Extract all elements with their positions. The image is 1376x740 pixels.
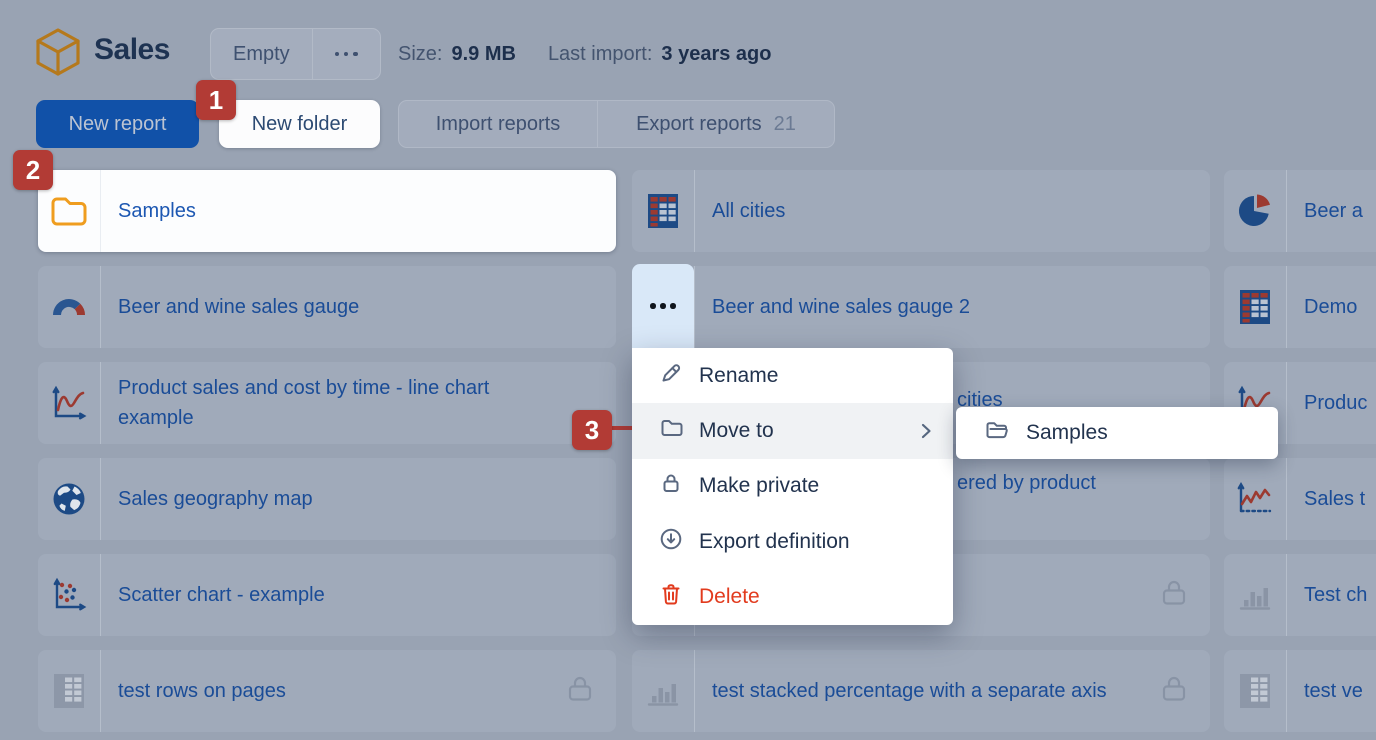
menu-item-label: Move to [699,419,774,443]
card-label: Test ch [1287,580,1367,610]
pencil-icon [659,361,683,391]
card-label: Beer a [1287,196,1363,226]
annotation-badge-3: 3 [572,410,612,450]
globe-icon [38,458,101,540]
download-icon [659,527,683,557]
chevron-right-icon [917,420,935,442]
page-title: Sales [94,33,170,67]
import-reports-button[interactable]: Import reports [399,101,597,147]
report-card-test-ch[interactable]: Test ch [1224,554,1376,636]
card-label: test ve [1287,676,1363,706]
menu-item-label: Rename [699,364,778,388]
annotation-badge-1: 1 [196,80,236,120]
menu-item-make-private[interactable]: Make private [632,459,953,514]
menu-item-delete[interactable]: Delete [632,570,953,625]
table-icon [1224,266,1287,348]
table-icon [38,650,101,732]
card-label: Scatter chart - example [101,580,325,610]
cube-meta: Size: 9.9 MB Last import: 3 years ago [398,28,772,80]
last-import-value: 3 years ago [661,43,771,66]
card-label: Produc [1287,388,1367,418]
report-card-sales-trend[interactable]: Sales t [1224,458,1376,540]
report-card-product-sales-line[interactable]: Product sales and cost by time - line ch… [38,362,616,444]
import-export-group: Import reports Export reports 21 [398,100,835,148]
bar-chart-icon [632,650,695,732]
card-label: Samples [101,196,196,226]
lock-icon [1160,578,1188,613]
page: { "header": { "title": "Sales", "empty_b… [0,0,1376,740]
card-label-fragment: ered by product [957,472,1096,495]
cube-status-group: Empty [210,28,381,80]
scatter-icon [38,554,101,636]
bar-chart-icon [1224,554,1287,636]
context-menu: Rename Move to Make private Export defin… [632,348,953,625]
card-label: Beer and wine sales gauge 2 [695,292,970,322]
ellipsis-icon [335,52,358,57]
menu-item-move-to[interactable]: Move to [632,403,953,458]
card-label: All cities [695,196,785,226]
empty-button[interactable]: Empty [211,29,312,79]
report-card-scatter-example[interactable]: Scatter chart - example [38,554,616,636]
pie-chart-icon [1224,170,1287,252]
submenu-item-samples[interactable]: Samples [956,407,1278,459]
menu-item-rename[interactable]: Rename [632,348,953,403]
gauge-icon [38,266,101,348]
trend-chart-icon [1224,458,1287,540]
lock-icon [1160,674,1188,709]
card-label: Sales t [1287,484,1365,514]
card-label: Beer and wine sales gauge [101,292,359,322]
lock-icon [659,471,683,501]
export-reports-label: Export reports [636,113,762,136]
new-folder-button[interactable]: New folder [219,100,380,148]
trash-icon [659,582,683,612]
export-count-badge: 21 [774,113,796,136]
table-icon [632,170,695,252]
last-import-label: Last import: [548,43,652,66]
card-label: Product sales and cost by time - line ch… [101,373,558,433]
new-report-button[interactable]: New report [36,100,199,148]
line-chart-icon [38,362,101,444]
lock-icon [566,674,594,709]
report-card-sales-geography[interactable]: Sales geography map [38,458,616,540]
size-value: 9.9 MB [451,43,515,66]
export-reports-button[interactable]: Export reports 21 [597,101,834,147]
menu-item-label: Export definition [699,530,850,554]
report-card-test-stacked[interactable]: test stacked percentage with a separate … [632,650,1210,732]
report-card-beer-pie[interactable]: Beer a [1224,170,1376,252]
cube-icon [34,27,82,82]
report-card-test-rows[interactable]: test rows on pages [38,650,616,732]
card-more-button[interactable] [632,264,694,348]
card-label: Demo [1287,292,1357,322]
folder-card-samples[interactable]: Samples [38,170,616,252]
report-card-test-ve[interactable]: test ve [1224,650,1376,732]
open-folder-icon [984,418,1010,448]
folder-icon [659,416,683,446]
more-icon [650,303,675,308]
size-label: Size: [398,43,442,66]
report-card-all-cities[interactable]: All cities [632,170,1210,252]
report-card-demo[interactable]: Demo [1224,266,1376,348]
cube-more-button[interactable] [312,29,380,79]
card-label: test rows on pages [101,676,286,706]
card-label: Sales geography map [101,484,313,514]
report-card-beer-gauge[interactable]: Beer and wine sales gauge [38,266,616,348]
card-label: test stacked percentage with a separate … [695,676,1107,706]
report-card-beer-gauge-2[interactable]: Beer and wine sales gauge 2 [632,266,1210,348]
menu-item-label: Make private [699,474,819,498]
submenu-item-label: Samples [1026,421,1108,445]
menu-item-export-definition[interactable]: Export definition [632,514,953,569]
menu-item-label: Delete [699,585,760,609]
annotation-badge-2: 2 [13,150,53,190]
table-icon [1224,650,1287,732]
